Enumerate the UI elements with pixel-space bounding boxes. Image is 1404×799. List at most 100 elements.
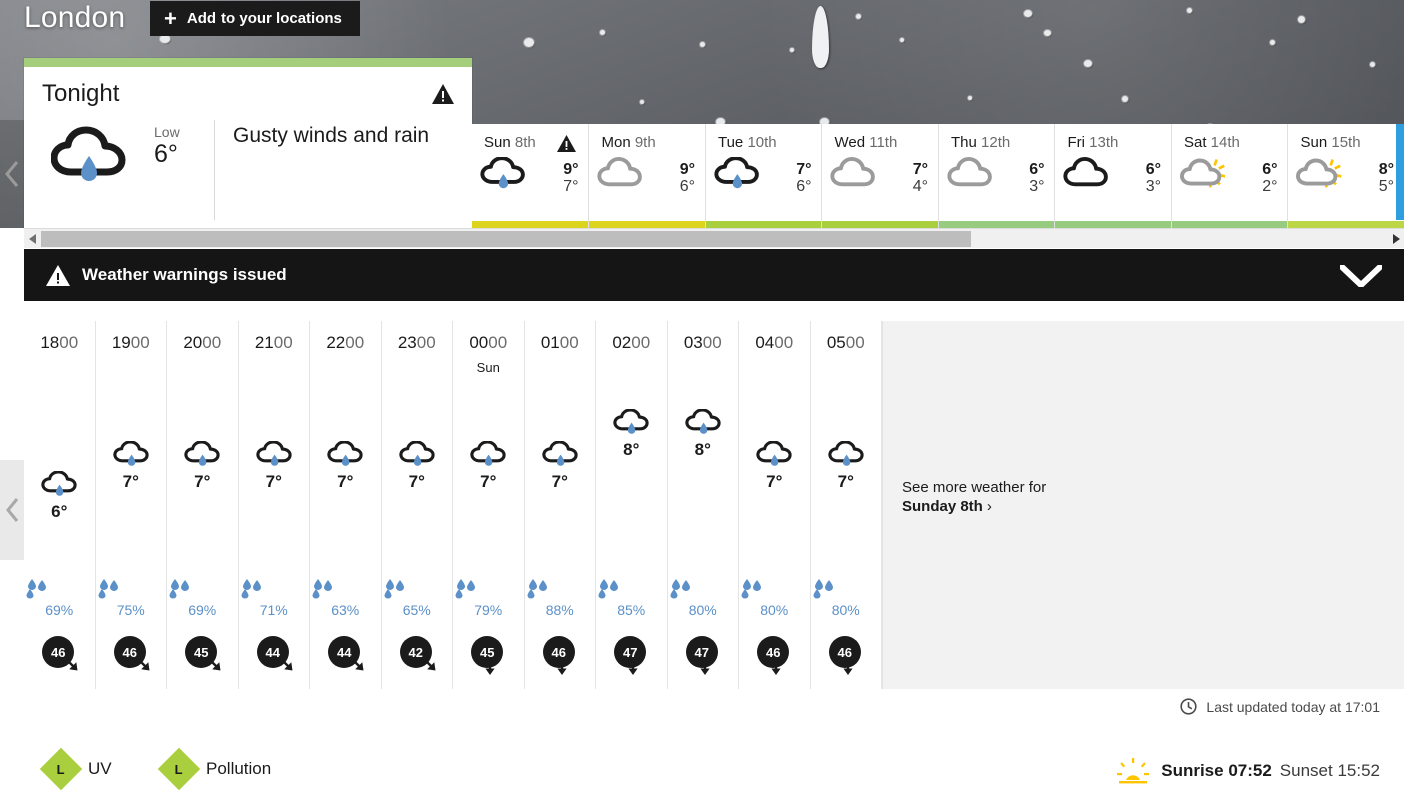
hour-forecast-column[interactable]: 0500 7° 80% 46 [810,321,882,689]
day-min-temp: 2° [1262,178,1278,196]
hour-forecast-column[interactable]: 2200 7° 63% 44 [310,321,382,689]
day-condition-icon [1296,157,1358,190]
tonight-card[interactable]: Tonight Low 6° Gusty winds and rain [24,58,472,228]
hour-time-mm: 00 [202,333,222,352]
day-condition-icon [830,157,892,190]
hour-time-mm: 00 [130,333,150,352]
hour-forecast-column[interactable]: 1800 6° 69% 46 [24,321,96,689]
raindrop-streak [812,6,829,68]
hour-wind: 46 [42,636,78,671]
raindrop-speck [1187,8,1192,13]
raindrops-icon [813,579,833,599]
weather-warnings-banner[interactable]: Weather warnings issued [24,249,1404,301]
day-forecast-card[interactable]: Fri 13th 6° 3° [1054,124,1171,228]
hour-time-hh: 02 [612,333,632,352]
see-more-day: Sunday 8th [902,498,983,515]
wind-direction-arrow [841,659,855,676]
hour-time: 1900 [96,321,167,353]
pollution-indicator[interactable]: L Pollution [157,747,271,791]
hour-wind: 45 [185,636,221,671]
chevron-down-icon[interactable] [1340,265,1382,287]
hour-temp-block: 7° [239,441,310,492]
day-forecast-card[interactable]: Mon 9th 9° 6° [588,124,705,228]
day-forecast-card[interactable]: Thu 12th 6° 3° [937,124,1055,228]
warning-triangle-icon[interactable] [557,135,577,152]
hour-temp: 7° [837,472,854,492]
day-condition-icon [1179,157,1242,190]
hour-wind: 44 [256,636,293,671]
add-location-button[interactable]: + Add to your locations [150,1,360,36]
hour-forecast-column[interactable]: 0100 7° 88% 46 [524,321,596,689]
day-forecast-card[interactable]: Wed 11th 7° 4° [821,124,938,228]
wind-arrow-down-icon [700,659,710,675]
tonight-description: Gusty winds and rain [233,124,430,147]
hour-precip-percent: 71% [259,602,288,618]
hour-time-hh: 00 [469,333,489,352]
wind-arrow-down-right-icon [206,656,221,671]
raindrop-speck [790,48,794,52]
day-date: 12th [981,134,1011,151]
raindrops-icon [382,579,453,599]
previous-location-button[interactable] [0,120,24,228]
tonight-low-value: 6° [154,140,178,168]
daily-forecast-carousel[interactable]: Sun 8th 9° 7° Mon 9th 9° 6° Tue 10th 7° 6° Wed… [472,124,1404,228]
day-forecast-card[interactable]: Sun 15th 8° 5° [1287,124,1404,228]
day-pollution-bar [1288,221,1404,228]
hour-forecast-column[interactable]: 0200 8° 85% 47 [596,321,668,689]
wind-direction-arrow [555,659,569,676]
warning-triangle-icon[interactable] [432,84,454,104]
hour-forecast-column[interactable]: 2000 7° 69% 45 [167,321,239,689]
day-pollution-bar [472,221,589,228]
scrollbar-thumb[interactable] [41,231,971,247]
hour-time: 0400 [739,321,810,353]
scroll-left-button[interactable] [24,229,41,248]
hour-precip-percent: 80% [688,602,717,618]
hour-forecast-column[interactable]: 0400 7° 80% 46 [739,321,811,689]
previous-hours-button[interactable] [0,460,24,560]
tonight-pollution-bar [24,58,472,67]
day-condition-icon [597,157,659,190]
hour-forecast-column[interactable]: 1900 7° 75% 46 [95,321,167,689]
raindrop-speck [1044,30,1051,36]
add-button-label-bold: Add [186,10,217,27]
hour-time-mm: 00 [416,333,436,352]
hour-wind: 46 [828,636,863,675]
scroll-right-button[interactable] [1387,229,1404,248]
hour-forecast-column[interactable]: 0300 8° 80% 47 [667,321,739,689]
see-more-panel[interactable]: See more weather for Sunday 8th › [882,321,1404,689]
day-forecast-card[interactable]: Sun 8th 9° 7° [472,124,589,228]
day-name: Tue [717,134,744,151]
uv-indicator[interactable]: L UV [39,747,112,791]
day-label: Sat 14th [1172,134,1288,151]
hour-condition-icon [525,441,596,467]
day-name: Wed [834,134,866,151]
hour-time-hh: 01 [540,333,560,352]
day-max-temp: 6° [1145,161,1161,178]
raindrop-speck [1122,96,1128,102]
tonight-title: Tonight [42,80,120,107]
day-temps: 7° 4° [892,157,928,196]
hour-forecast-column[interactable]: 0000 Sun 7° 79% 45 [453,321,525,689]
day-name: Thu [950,134,977,151]
hour-wind: 45 [471,636,505,675]
hour-forecast-column[interactable]: 2300 7° 65% 42 [381,321,453,689]
tonight-condition-icon [24,118,154,228]
cloud-rain-icon [41,471,77,496]
hour-time-mm: 00 [488,333,508,352]
day-name: Sun [484,134,511,151]
chevron-left-icon [6,498,19,522]
carousel-scrollbar[interactable] [24,228,1404,248]
hour-day-label: Sun [476,360,500,375]
raindrops-icon [527,579,547,599]
day-temps: 9° 7° [542,157,578,196]
day-forecast-card[interactable]: Tue 10th 7° 6° [704,124,822,228]
hour-wind: 47 [685,636,720,675]
hour-forecast-column[interactable]: 2100 7° 71% 44 [238,321,310,689]
raindrop-speck [900,38,904,42]
day-forecast-card[interactable]: Sat 14th 6° 2° [1170,124,1288,228]
sunrise-sunset: Sunrise 07:52 Sunset 15:52 [1117,758,1380,784]
see-more-link[interactable]: Sunday 8th › [902,498,1046,515]
cloud-rain-icon [714,157,759,189]
hour-temp-block: 8° [596,409,667,460]
day-min-temp: 6° [679,178,695,196]
